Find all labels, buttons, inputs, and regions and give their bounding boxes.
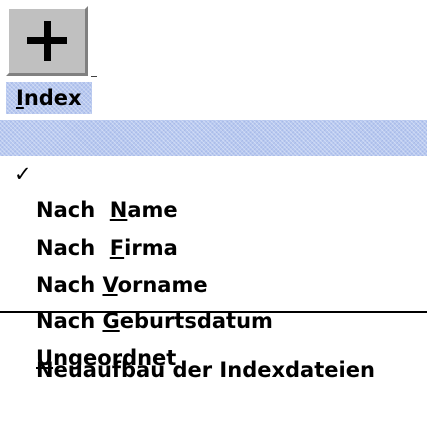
- menu-bar: Index: [0, 80, 120, 116]
- menu-index-label-post: ndex: [23, 86, 82, 110]
- index-dropdown-menu: ✓ Nach Name Nach Firma Nach Vorname Nach…: [0, 118, 427, 382]
- menu-item-nach-firma[interactable]: Nach Firma: [0, 158, 427, 260]
- menu-item-nach-name[interactable]: ✓ Nach Name: [0, 120, 427, 222]
- menu-index[interactable]: Index: [6, 82, 92, 114]
- menu-item-rebuild-index[interactable]: Neuaufbau der Indexdateien: [0, 316, 427, 382]
- menu-index-mnemonic: I: [16, 86, 24, 110]
- plus-icon: [27, 21, 67, 61]
- resize-mark: [91, 76, 97, 77]
- menu-item-ungeordnet[interactable]: Ungeordnet: [0, 268, 427, 370]
- menu-item-nach-geburtsdatum[interactable]: Nach Geburtsdatum: [0, 231, 427, 333]
- menu-item-nach-vorname[interactable]: Nach Vorname: [0, 195, 427, 297]
- add-button[interactable]: [6, 6, 88, 76]
- menu-item-label: Neuaufbau der Indexdateien: [36, 358, 375, 382]
- menu-separator: [0, 311, 427, 313]
